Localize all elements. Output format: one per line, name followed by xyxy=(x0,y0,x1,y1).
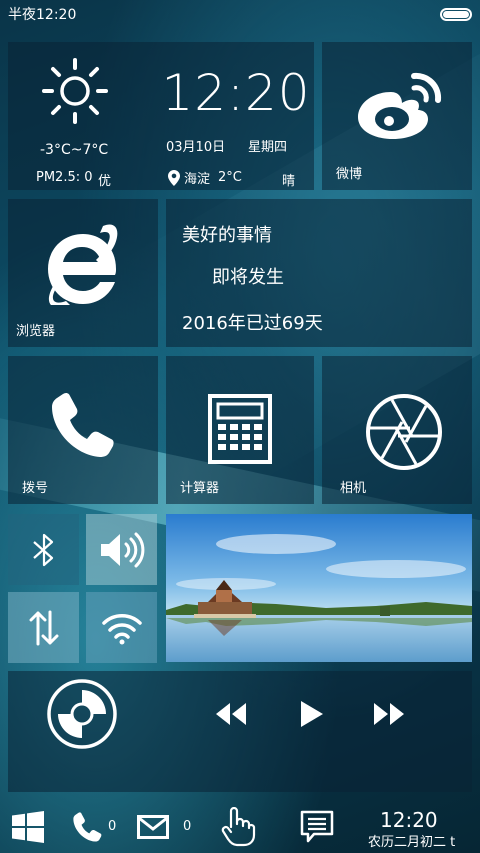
dial-label: 拨号 xyxy=(22,481,49,496)
start-button[interactable] xyxy=(12,800,44,853)
music-player-tile[interactable] xyxy=(8,671,472,792)
camera-aperture-icon xyxy=(366,394,442,470)
volume-toggle[interactable] xyxy=(86,514,157,585)
motto-tile[interactable]: 美好的事情 即将发生 2016年已过69天 xyxy=(166,199,472,347)
motto-line-2: 即将发生 xyxy=(212,267,284,288)
missed-calls-count: 0 xyxy=(108,819,117,834)
browser-e-icon xyxy=(48,224,118,305)
mobile-data-toggle[interactable] xyxy=(8,592,79,663)
missed-calls-button[interactable]: 0 xyxy=(72,800,116,853)
wifi-icon xyxy=(101,613,142,644)
location-temperature: 2°C xyxy=(218,170,242,185)
status-bar: 半夜12:20 xyxy=(0,0,480,28)
bluetooth-icon xyxy=(32,533,53,566)
camera-label: 相机 xyxy=(340,481,367,496)
clock-weekday: 星期四 xyxy=(248,140,288,155)
days-passed-text: 2016年已过69天 xyxy=(182,313,323,334)
wifi-toggle[interactable] xyxy=(86,592,157,663)
taskbar-clock: 12:20 xyxy=(380,808,438,832)
sun-icon xyxy=(42,58,108,124)
clock-date: 03月10日 xyxy=(166,140,226,155)
browser-label: 浏览器 xyxy=(16,324,56,339)
phone-icon xyxy=(73,811,102,842)
calculator-icon xyxy=(208,394,272,464)
previous-track-icon[interactable] xyxy=(216,703,246,725)
clock-time: 12:20 xyxy=(161,64,311,122)
air-quality: 优 xyxy=(98,174,112,189)
messages-button[interactable]: 0 xyxy=(137,800,191,853)
weibo-tile[interactable]: 微博 xyxy=(322,42,472,190)
windows-logo-icon xyxy=(12,810,44,843)
lunar-date: 农历二月初二 t xyxy=(368,835,456,850)
gesture-button[interactable] xyxy=(220,800,256,853)
hand-pointer-icon xyxy=(221,806,256,846)
browser-tile[interactable]: 浏览器 xyxy=(8,199,158,347)
battery-icon xyxy=(440,7,472,21)
photo-tile[interactable] xyxy=(166,514,472,662)
dial-tile[interactable]: 拨号 xyxy=(8,356,158,504)
weibo-icon xyxy=(358,72,442,139)
disc-icon xyxy=(47,679,117,749)
unread-mail-count: 0 xyxy=(183,819,192,834)
next-track-icon[interactable] xyxy=(374,703,404,725)
weather-condition: 晴 xyxy=(282,174,296,189)
calculator-label: 计算器 xyxy=(180,481,220,496)
taskbar: 0 0 12:20 农历二月初二 t xyxy=(0,800,480,853)
calculator-tile[interactable]: 计算器 xyxy=(166,356,314,504)
message-bubble-icon xyxy=(300,810,334,842)
temperature-range: -3°C~7°C xyxy=(40,142,109,158)
bluetooth-toggle[interactable] xyxy=(8,514,79,585)
location-name: 海淀 xyxy=(184,172,211,187)
camera-tile[interactable]: 相机 xyxy=(322,356,472,504)
play-icon[interactable] xyxy=(299,701,323,727)
weibo-label: 微博 xyxy=(336,167,363,182)
data-transfer-icon xyxy=(29,610,58,645)
status-time: 半夜12:20 xyxy=(8,7,77,23)
motto-line-1: 美好的事情 xyxy=(182,225,272,246)
volume-icon xyxy=(100,532,144,567)
phone-icon xyxy=(52,392,114,457)
notifications-button[interactable] xyxy=(300,800,334,853)
location: 海淀 xyxy=(168,168,210,187)
clock-weather-tile[interactable]: -3°C~7°C PM2.5: 0 优 12:20 03月10日 星期四 海淀 … xyxy=(8,42,314,190)
forbidden-city-photo xyxy=(166,514,472,662)
pm25-value: PM2.5: 0 xyxy=(36,170,93,185)
mail-icon xyxy=(137,814,169,839)
location-pin-icon xyxy=(168,169,180,186)
